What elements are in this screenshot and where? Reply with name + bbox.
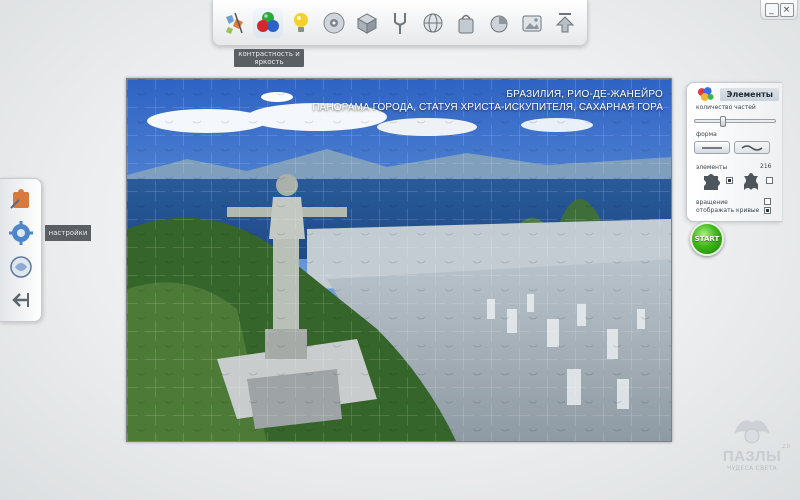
pieces-tool-button[interactable] xyxy=(220,8,250,38)
puzzle-caption-title: БРАЗИЛИЯ, РИО-ДЕ-ЖАНЕЙРО xyxy=(506,89,663,100)
back-button[interactable] xyxy=(5,285,37,315)
curves-label: отображать кривые xyxy=(696,207,760,214)
back-arrow-icon xyxy=(11,293,29,308)
shape-icon xyxy=(9,256,32,278)
settings-button[interactable] xyxy=(5,218,37,248)
tuning-fork-button[interactable] xyxy=(385,8,415,38)
puzzle-edit-button[interactable] xyxy=(5,185,37,215)
brand-subtitle: ЧУДЕСА СВЕТА xyxy=(727,465,777,472)
disc-icon xyxy=(323,12,345,33)
elements-count: 216 xyxy=(760,163,772,170)
lightbulb-button[interactable] xyxy=(286,8,316,38)
elements-logo-icon xyxy=(697,87,714,101)
color-balls-button[interactable] xyxy=(253,7,284,38)
curves-checkbox[interactable] xyxy=(764,207,771,214)
upload-icon xyxy=(555,12,574,32)
brand-version: 2.0 xyxy=(782,444,790,450)
puzzle-image xyxy=(127,79,671,441)
puzzle-caption-subtitle: ПАНОРАМА ГОРОДА, СТАТУЯ ХРИСТА-ИСКУПИТЕЛ… xyxy=(312,102,663,113)
disc-button[interactable] xyxy=(319,8,349,38)
box-icon xyxy=(357,12,378,34)
piece-curved-checkbox[interactable] xyxy=(766,177,773,184)
upload-button[interactable] xyxy=(550,8,580,38)
brand-emblem-icon xyxy=(734,420,770,444)
pie-icon xyxy=(490,15,508,32)
piece-straight-checkbox[interactable] xyxy=(726,177,733,184)
globe-button[interactable] xyxy=(418,8,448,38)
tuning-fork-icon xyxy=(393,12,406,34)
close-button[interactable]: × xyxy=(779,2,794,17)
straight-line-icon xyxy=(702,146,722,149)
puzzle-edit-icon xyxy=(9,188,29,209)
window-controls: _ × xyxy=(760,0,798,20)
bag-button[interactable] xyxy=(451,8,481,38)
elements-panel-header: Элементы xyxy=(695,86,779,102)
pieces-count-slider[interactable] xyxy=(694,116,776,127)
sidebar-tooltip: настройки xyxy=(45,225,91,241)
puzzle-board[interactable]: БРАЗИЛИЯ, РИО-ДЕ-ЖАНЕЙРО ПАНОРАМА ГОРОДА… xyxy=(126,78,672,442)
lightbulb-icon xyxy=(294,12,309,32)
piece-straight-icon[interactable] xyxy=(700,170,722,192)
brand-name: ПАЗЛЫ xyxy=(722,448,782,465)
pie-button[interactable] xyxy=(484,8,514,38)
curved-line-icon xyxy=(741,144,763,151)
pieces-count-slider-thumb[interactable] xyxy=(720,116,727,127)
color-balls-icon xyxy=(257,11,280,32)
start-button[interactable]: START xyxy=(690,222,724,256)
rotation-label: вращение xyxy=(696,199,728,206)
shape-straight-button[interactable] xyxy=(694,141,730,154)
elements-panel-title: Элементы xyxy=(720,87,779,101)
pieces-count-label: количество частей xyxy=(696,104,756,111)
toolbar-tooltip: контрастность и яркость xyxy=(234,49,304,67)
top-toolbar xyxy=(212,0,588,46)
shape-button[interactable] xyxy=(5,252,37,282)
image-icon xyxy=(522,15,542,31)
box-button[interactable] xyxy=(352,8,382,38)
rotation-checkbox[interactable] xyxy=(764,198,771,205)
shape-curved-button[interactable] xyxy=(734,141,770,154)
settings-icon xyxy=(8,221,33,246)
left-toolbar xyxy=(0,178,42,322)
minimize-button[interactable]: _ xyxy=(764,2,779,17)
image-button[interactable] xyxy=(517,8,547,38)
pieces-tool-icon xyxy=(226,12,244,34)
shape-label: форма xyxy=(696,131,717,138)
bag-icon xyxy=(458,14,474,33)
piece-curved-icon[interactable] xyxy=(740,170,762,192)
brand-logo: ПАЗЛЫ ЧУДЕСА СВЕТА 2.0 xyxy=(712,414,792,494)
globe-icon xyxy=(423,13,443,32)
